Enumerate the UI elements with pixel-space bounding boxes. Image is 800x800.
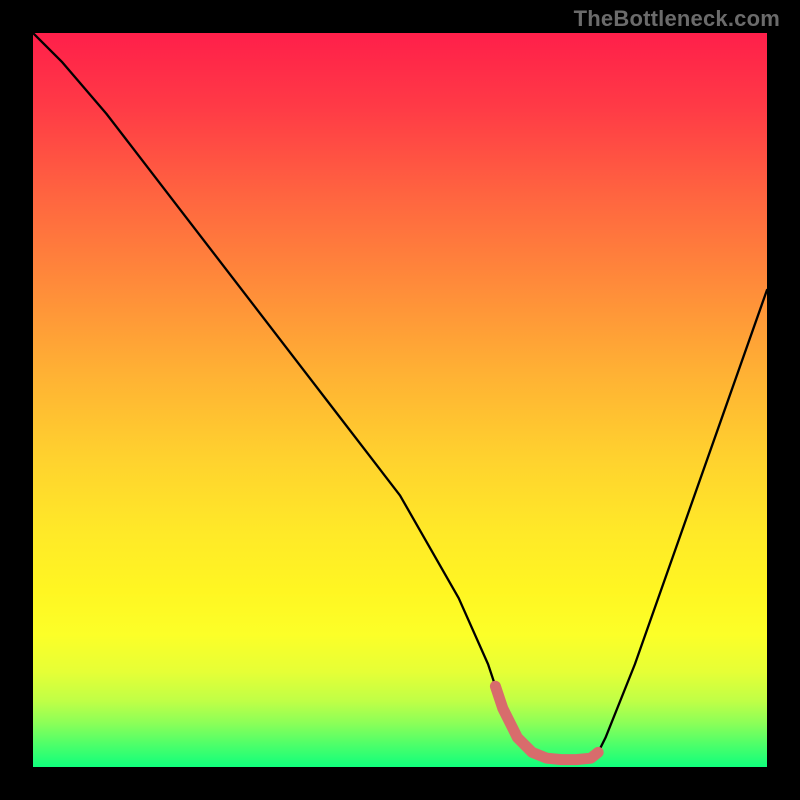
chart-frame: TheBottleneck.com <box>0 0 800 800</box>
plot-area <box>33 33 767 767</box>
curve-layer <box>33 33 767 767</box>
bottleneck-band <box>495 686 598 759</box>
bottleneck-curve <box>33 33 767 760</box>
watermark-text: TheBottleneck.com <box>574 6 780 32</box>
